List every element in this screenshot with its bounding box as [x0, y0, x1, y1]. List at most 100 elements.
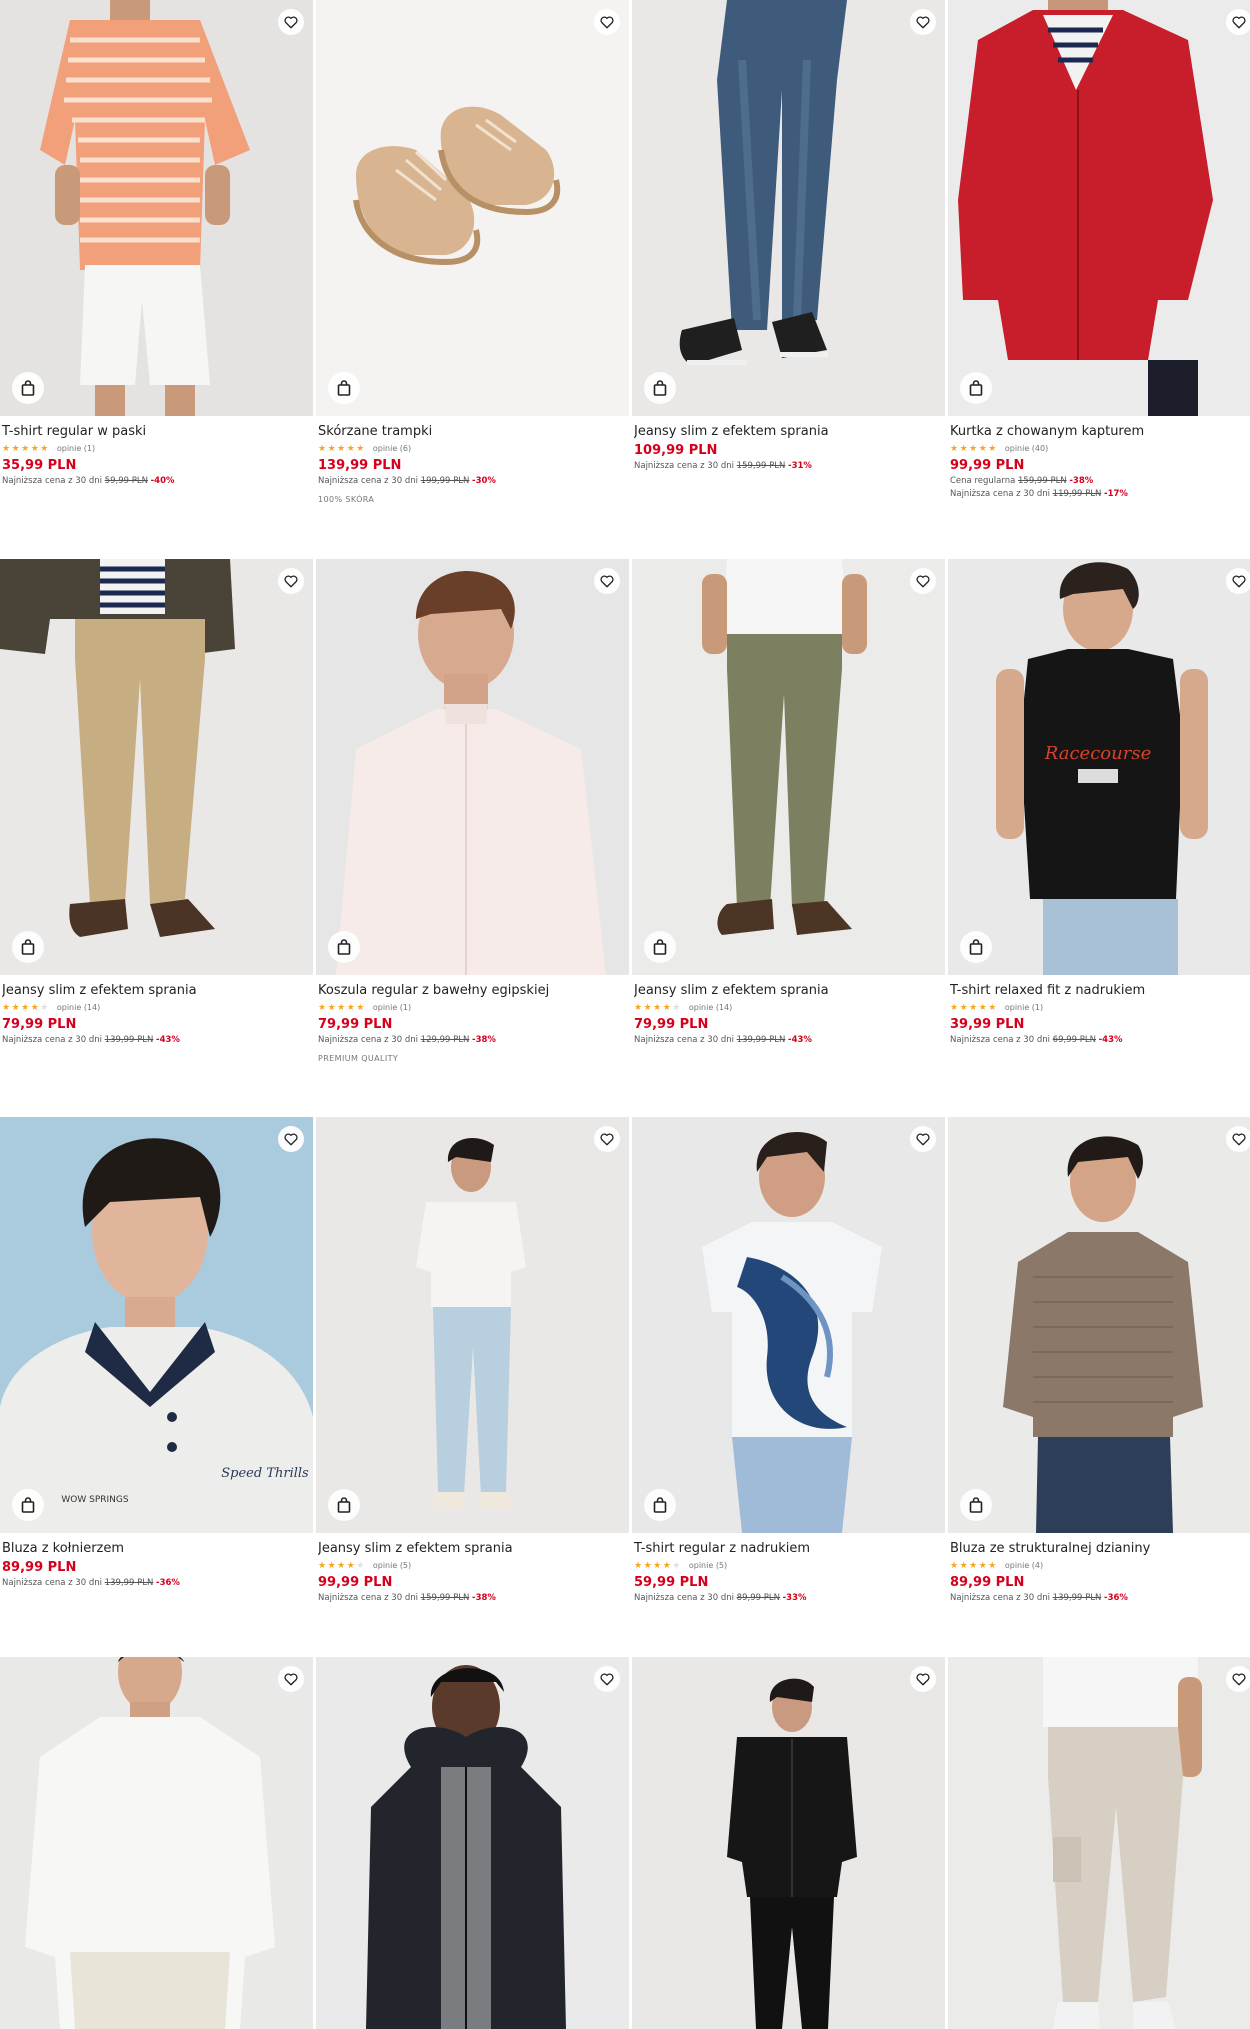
product-card[interactable] — [632, 1657, 945, 2029]
product-card[interactable]: Jeansy slim z efektem sprania ★★★★★ opini… — [632, 559, 945, 1047]
add-to-cart-button[interactable] — [12, 1489, 44, 1521]
star-rating-icon: ★★★★★ — [950, 444, 998, 454]
rating: ★★★★★ opinie (6) — [318, 442, 627, 456]
product-image[interactable]: Racecourse — [948, 559, 1250, 975]
product-card[interactable]: Koszula regular z bawełny egipskiej ★★★★… — [316, 559, 629, 1065]
product-title[interactable]: T-shirt relaxed fit z nadrukiem — [950, 982, 1250, 1000]
svg-text:WOW SPRINGS: WOW SPRINGS — [61, 1495, 128, 1505]
product-card[interactable]: Bluza ze strukturalnej dzianiny ★★★★★ opi… — [948, 1117, 1250, 1605]
heart-outline-icon — [916, 575, 930, 587]
add-to-cart-button[interactable] — [328, 1489, 360, 1521]
favorite-button[interactable] — [594, 568, 620, 594]
product-title[interactable]: Skórzane trampki — [318, 423, 627, 441]
add-to-cart-button[interactable] — [644, 1489, 676, 1521]
product-image[interactable] — [948, 1657, 1250, 2029]
product-image[interactable] — [632, 0, 945, 416]
review-count: opinie (1) — [1004, 1003, 1044, 1012]
favorite-button[interactable] — [910, 1126, 936, 1152]
product-image[interactable] — [316, 1117, 629, 1533]
favorite-button[interactable] — [910, 1666, 936, 1692]
add-to-cart-button[interactable] — [644, 931, 676, 963]
favorite-button[interactable] — [1226, 1126, 1250, 1152]
add-to-cart-button[interactable] — [960, 931, 992, 963]
product-card[interactable] — [0, 1657, 313, 2029]
rating: ★★★★★ opinie (4) — [950, 1559, 1250, 1573]
add-to-cart-button[interactable] — [328, 372, 360, 404]
heart-outline-icon — [600, 1673, 614, 1685]
product-photo — [632, 0, 945, 416]
product-image[interactable] — [0, 559, 313, 975]
product-photo — [632, 1657, 945, 2029]
product-image[interactable] — [948, 1117, 1250, 1533]
add-to-cart-button[interactable] — [644, 372, 676, 404]
product-title[interactable]: T-shirt regular w paski — [2, 423, 311, 441]
product-card[interactable] — [948, 1657, 1250, 2029]
product-title[interactable]: Jeansy slim z efektem sprania — [634, 423, 943, 441]
favorite-button[interactable] — [594, 9, 620, 35]
product-card[interactable]: T-shirt regular z nadrukiem ★★★★★ opinie … — [632, 1117, 945, 1605]
product-photo — [632, 1117, 945, 1533]
favorite-button[interactable] — [278, 9, 304, 35]
review-count: opinie (4) — [1004, 1561, 1044, 1570]
product-card[interactable]: WOW SPRINGS Speed Thrills Bluza z kołnie… — [0, 1117, 313, 1590]
product-title[interactable]: T-shirt regular z nadrukiem — [634, 1540, 943, 1558]
favorite-button[interactable] — [278, 1126, 304, 1152]
product-card[interactable]: Kurtka z chowanym kapturem ★★★★★ opinie (… — [948, 0, 1250, 501]
favorite-button[interactable] — [594, 1666, 620, 1692]
add-to-cart-button[interactable] — [12, 931, 44, 963]
add-to-cart-button[interactable] — [328, 931, 360, 963]
product-tag: 100% SKÓRA — [318, 495, 375, 504]
product-price: 109,99 PLN — [634, 443, 718, 458]
favorite-button[interactable] — [1226, 568, 1250, 594]
rating: ★★★★★ opinie (5) — [634, 1559, 943, 1573]
product-card[interactable] — [316, 1657, 629, 2029]
product-image[interactable] — [316, 0, 629, 416]
product-image[interactable]: WOW SPRINGS Speed Thrills — [0, 1117, 313, 1533]
heart-outline-icon — [284, 1133, 298, 1145]
product-photo — [948, 1657, 1250, 2029]
product-image[interactable] — [0, 1657, 313, 2029]
star-rating-icon: ★★★★★ — [318, 1003, 366, 1013]
lowest-price-note: Najniższa cena z 30 dni 159,99 PLN -38% — [318, 1593, 496, 1603]
product-title[interactable]: Koszula regular z bawełny egipskiej — [318, 982, 627, 1000]
product-title[interactable]: Bluza z kołnierzem — [2, 1540, 311, 1558]
product-card[interactable]: Skórzane trampki ★★★★★ opinie (6) 139,99 … — [316, 0, 629, 506]
product-card[interactable]: Racecourse T-shirt relaxed fit z nadruki… — [948, 559, 1250, 1047]
product-title[interactable]: Bluza ze strukturalnej dzianiny — [950, 1540, 1250, 1558]
favorite-button[interactable] — [594, 1126, 620, 1152]
product-image[interactable] — [632, 1117, 945, 1533]
rating: ★★★★★ opinie (1) — [950, 1001, 1250, 1015]
product-image[interactable] — [632, 1657, 945, 2029]
star-rating-icon: ★★★★★ — [2, 1003, 50, 1013]
heart-outline-icon — [600, 1133, 614, 1145]
lowest-price-note: Najniższa cena z 30 dni 139,99 PLN -36% — [950, 1593, 1128, 1603]
shopping-bag-icon — [21, 380, 35, 396]
favorite-button[interactable] — [1226, 9, 1250, 35]
product-title[interactable]: Jeansy slim z efektem sprania — [2, 982, 311, 1000]
add-to-cart-button[interactable] — [960, 372, 992, 404]
product-title[interactable]: Jeansy slim z efektem sprania — [634, 982, 943, 1000]
product-card[interactable]: Jeansy slim z efektem sprania 109,99 PLN… — [632, 0, 945, 473]
product-title[interactable]: Jeansy slim z efektem sprania — [318, 1540, 627, 1558]
favorite-button[interactable] — [910, 568, 936, 594]
favorite-button[interactable] — [910, 9, 936, 35]
heart-outline-icon — [916, 16, 930, 28]
product-image[interactable] — [0, 0, 313, 416]
product-card[interactable]: Jeansy slim z efektem sprania ★★★★★ opini… — [316, 1117, 629, 1605]
product-title[interactable]: Kurtka z chowanym kapturem — [950, 423, 1250, 441]
add-to-cart-button[interactable] — [960, 1489, 992, 1521]
shopping-bag-icon — [337, 939, 351, 955]
review-count: opinie (5) — [688, 1561, 728, 1570]
heart-outline-icon — [916, 1133, 930, 1145]
product-image[interactable] — [948, 0, 1250, 416]
product-image[interactable] — [316, 1657, 629, 2029]
favorite-button[interactable] — [278, 568, 304, 594]
add-to-cart-button[interactable] — [12, 372, 44, 404]
shopping-bag-icon — [969, 380, 983, 396]
product-image[interactable] — [632, 559, 945, 975]
favorite-button[interactable] — [278, 1666, 304, 1692]
product-image[interactable] — [316, 559, 629, 975]
product-card[interactable]: Jeansy slim z efektem sprania ★★★★★ opini… — [0, 559, 313, 1047]
favorite-button[interactable] — [1226, 1666, 1250, 1692]
product-card[interactable]: T-shirt regular w paski ★★★★★ opinie (1) … — [0, 0, 313, 488]
